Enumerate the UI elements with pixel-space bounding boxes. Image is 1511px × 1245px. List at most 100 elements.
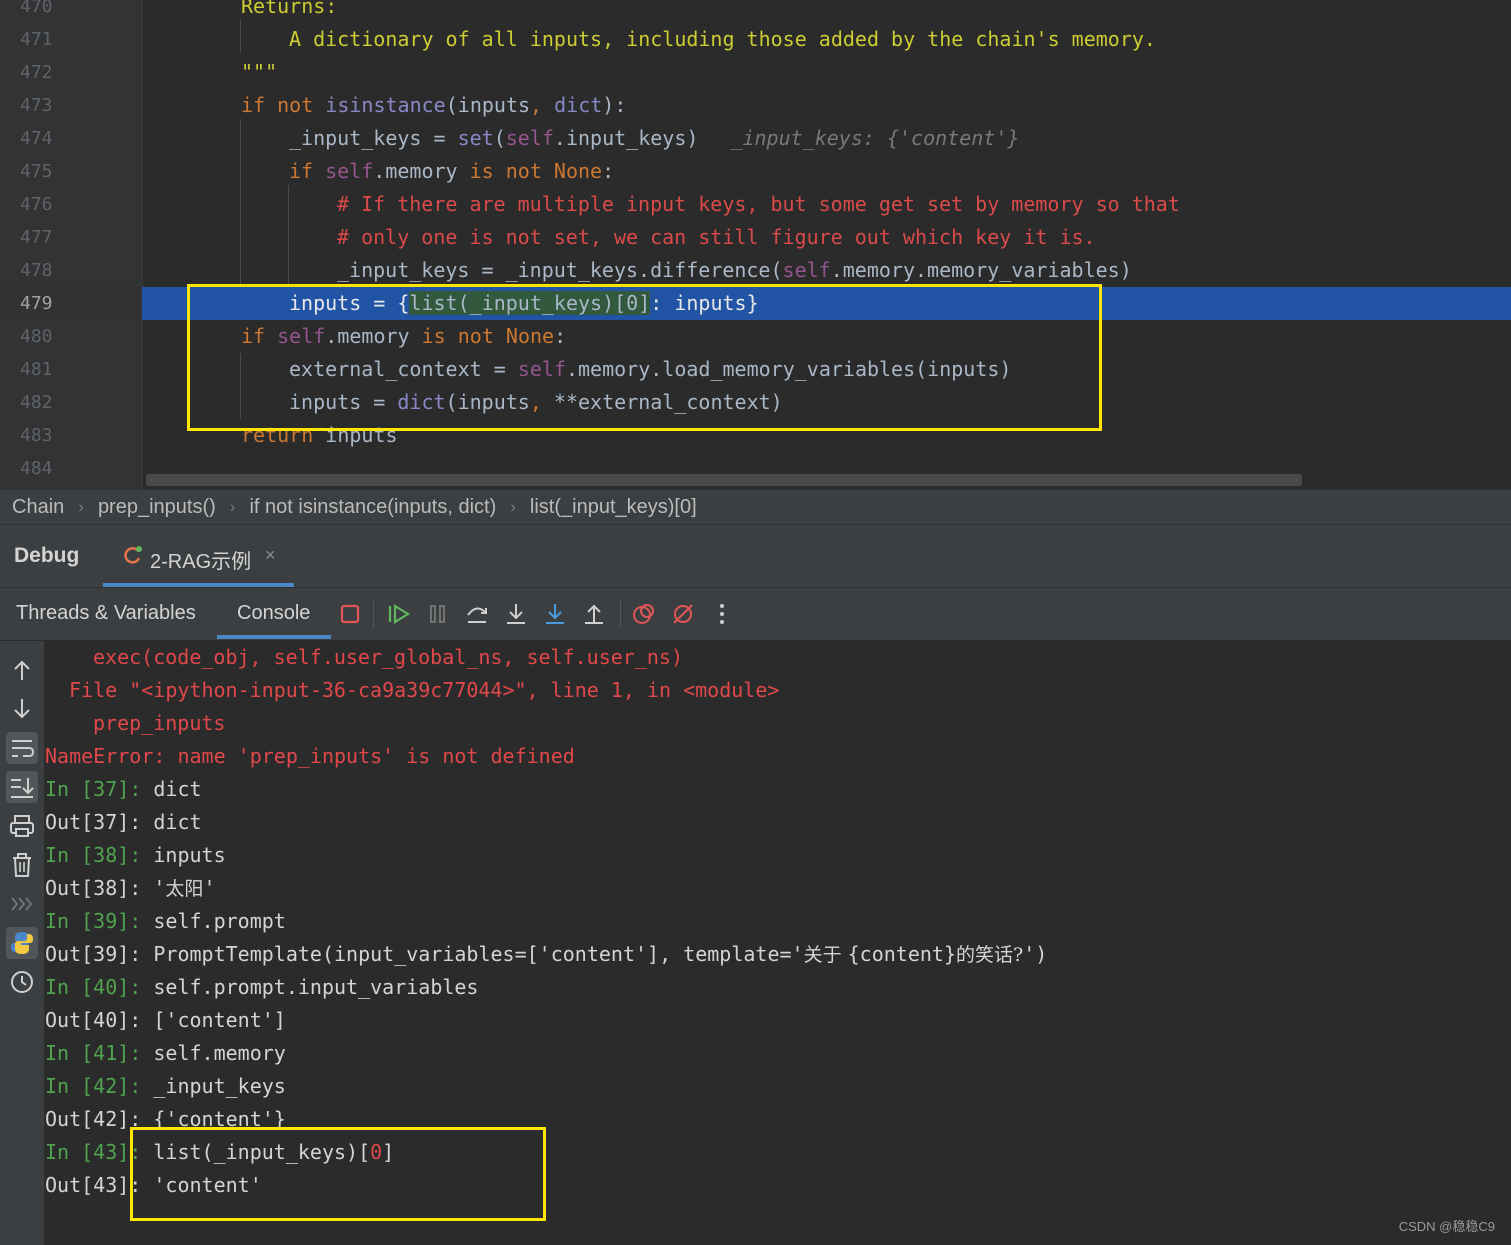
input-prompt: In [40]: xyxy=(45,975,142,999)
input-command: inputs xyxy=(141,843,226,867)
soft-wrap-icon[interactable] xyxy=(6,732,38,764)
console-error-line: NameError: name 'prep_inputs' is not def… xyxy=(45,744,575,768)
trash-icon[interactable] xyxy=(6,849,38,881)
breadcrumb-separator: › xyxy=(78,497,84,516)
code-text: : xyxy=(602,159,615,183)
code-editor[interactable]: 470 471 472 473 474 475 476 477 478 479 … xyxy=(0,0,1511,489)
input-command: self.prompt xyxy=(141,909,286,933)
debug-toolbar: Threads & Variables Console xyxy=(0,588,1511,641)
tab-console[interactable]: Console xyxy=(237,602,310,625)
more-options-icon[interactable] xyxy=(708,600,736,628)
code-text: inputs = { xyxy=(289,291,410,315)
tab-threads-variables[interactable]: Threads & Variables xyxy=(16,602,196,625)
keyword: if xyxy=(241,324,278,348)
console-traceback-line: exec(code_obj, self.user_global_ns, self… xyxy=(93,645,684,669)
code-text: inputs = xyxy=(289,390,398,414)
step-into-icon[interactable] xyxy=(502,600,530,628)
code-line-472: """ xyxy=(146,56,1511,89)
docstring-text: Returns: xyxy=(241,0,338,18)
breadcrumb-item-expression[interactable]: list(_input_keys)[0] xyxy=(530,496,697,519)
arrow-down-icon[interactable] xyxy=(6,693,38,725)
input-prompt: In [43]: xyxy=(45,1140,142,1164)
self-keyword: self xyxy=(517,357,566,381)
output-value: PromptTemplate(input_variables=['content… xyxy=(141,942,804,966)
line-number: 480 xyxy=(20,326,53,347)
code-line-481: external_context = self.memory.load_memo… xyxy=(146,353,1511,386)
arrow-up-icon[interactable] xyxy=(6,654,38,686)
code-line-477: # only one is not set, we can still figu… xyxy=(146,221,1511,254)
debug-title: Debug xyxy=(14,544,80,567)
output-value: ' xyxy=(203,876,216,900)
docstring-text: A dictionary of all inputs, including th… xyxy=(289,27,1156,51)
resume-icon[interactable] xyxy=(385,600,413,628)
input-command: _input_keys xyxy=(141,1074,286,1098)
input-prompt: In [41]: xyxy=(45,1041,142,1065)
keyword: return xyxy=(241,423,314,447)
debug-session-tab[interactable]: 2-RAG示例 × xyxy=(103,525,294,587)
output-prompt: Out[40]: xyxy=(45,1008,142,1032)
code-line-473: if not isinstance(inputs, dict): xyxy=(146,89,1511,122)
builtin: isinstance xyxy=(325,93,446,117)
input-command: list(_input_keys)[ xyxy=(141,1140,371,1164)
inline-debug-value: _input_keys: {'content'} xyxy=(730,126,1020,150)
builtin: dict xyxy=(397,390,446,414)
output-value: dict xyxy=(141,810,202,834)
code-text: ( xyxy=(493,126,506,150)
line-number: 470 xyxy=(20,0,53,17)
history-clock-icon[interactable] xyxy=(6,966,38,998)
input-prompt: In [38]: xyxy=(45,843,142,867)
stop-icon[interactable] xyxy=(336,600,364,628)
debug-run-icon xyxy=(124,546,142,564)
console-output-line: Out[43]: 'content' xyxy=(45,1169,262,1202)
output-value-cjk: 太阳 xyxy=(165,878,204,900)
code-line-471: A dictionary of all inputs, including th… xyxy=(146,23,1511,56)
code-text: .memory xyxy=(373,159,470,183)
mute-breakpoints-icon[interactable] xyxy=(669,600,697,628)
print-icon[interactable] xyxy=(6,810,38,842)
line-number: 477 xyxy=(20,227,53,248)
evaluated-expression-highlight: list(_input_keys)[0] xyxy=(409,291,651,315)
console-input-line: In [41]: self.memory xyxy=(45,1037,286,1070)
debug-session-label: 2-RAG示例 xyxy=(150,551,252,573)
step-over-icon[interactable] xyxy=(463,600,491,628)
breadcrumb-item-if-block[interactable]: if not isinstance(inputs, dict) xyxy=(249,496,496,519)
toolbar-separator xyxy=(620,600,621,628)
code-comment: # If there are multiple input keys, but … xyxy=(337,192,1180,216)
code-text: (inputs xyxy=(445,93,531,117)
line-number-current: 479 xyxy=(20,293,53,314)
step-out-icon[interactable] xyxy=(580,600,608,628)
code-comment: # only one is not set, we can still figu… xyxy=(337,225,1096,249)
code-text: (inputs xyxy=(445,390,530,414)
breadcrumb-item-prep-inputs[interactable]: prep_inputs() xyxy=(98,496,216,519)
debug-tool-window-header: Debug 2-RAG示例 × xyxy=(0,525,1511,588)
pause-icon[interactable] xyxy=(424,600,452,628)
close-icon[interactable]: × xyxy=(265,545,276,566)
keyword: not xyxy=(265,93,326,117)
python-console-output[interactable]: exec(code_obj, self.user_global_ns, self… xyxy=(45,641,1511,1245)
toolbar-separator xyxy=(373,600,374,628)
console-input-line: In [43]: list(_input_keys)[0] xyxy=(45,1136,394,1169)
scroll-to-end-icon[interactable] xyxy=(6,771,38,803)
breadcrumb-item-chain[interactable]: Chain xyxy=(12,496,64,519)
active-tab-indicator xyxy=(103,583,294,587)
keyword: is not xyxy=(421,324,506,348)
code-line-470: Returns: xyxy=(146,0,1511,23)
code-text: _input_keys = _input_keys.difference( xyxy=(337,258,783,282)
code-text: .memory xyxy=(325,324,422,348)
view-breakpoints-icon[interactable] xyxy=(630,600,658,628)
python-console-icon[interactable] xyxy=(6,927,38,959)
keyword: if xyxy=(289,159,326,183)
code-text: .input_keys) xyxy=(553,126,699,150)
line-number: 476 xyxy=(20,194,53,215)
code-line-475: if self.memory is not None: xyxy=(146,155,1511,188)
line-number-gutter[interactable]: 470 471 472 473 474 475 476 477 478 479 … xyxy=(0,0,143,489)
output-prompt: Out[37]: xyxy=(45,810,142,834)
input-command: dict xyxy=(141,777,202,801)
output-prompt: Out[39]: xyxy=(45,942,142,966)
step-into-my-code-icon[interactable] xyxy=(541,600,569,628)
chevrons-right-icon[interactable] xyxy=(6,888,38,920)
code-text: inputs xyxy=(313,423,398,447)
code-text: **external_context) xyxy=(553,390,783,414)
horizontal-scrollbar[interactable] xyxy=(146,474,1302,486)
console-output-line: Out[38]: '太阳' xyxy=(45,872,215,905)
